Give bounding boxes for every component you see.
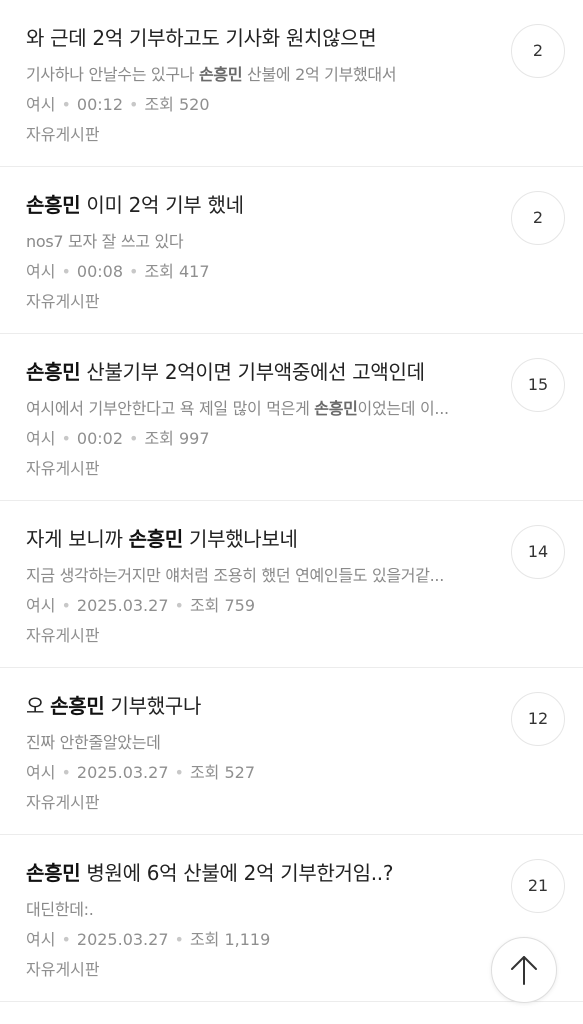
keyword-highlight: 손흥민	[26, 360, 81, 384]
post-meta: 여시 • 2025.03.27 • 조회 759	[26, 593, 255, 619]
keyword-highlight: 손흥민	[26, 861, 81, 885]
text-segment: 이미 2억 기부 했네	[80, 193, 244, 217]
post-views: 조회 417	[144, 262, 210, 281]
text-segment: 오	[26, 694, 51, 718]
post-author: 여시	[26, 596, 56, 615]
keyword-highlight: 손흥민	[128, 527, 184, 551]
text-segment: 여시에서 기부안한다고 욕 제일 많이 먹은게	[26, 399, 315, 418]
keyword-highlight: 손흥민	[198, 65, 243, 84]
post-title[interactable]: 자게 보니까 손흥민 기부했나보네	[26, 523, 491, 555]
text-segment: 대딘한데:.	[26, 900, 94, 919]
post-item[interactable]: 손흥민 산불기부 2억이면 기부액중에선 고액인데여시에서 기부안한다고 욕 제…	[0, 334, 583, 501]
comment-count-badge[interactable]: 21	[511, 859, 565, 913]
meta-separator: •	[61, 596, 71, 615]
text-segment: 병원에 6억 산불에 2억 기부한거임..?	[80, 861, 394, 885]
comment-count-badge[interactable]: 14	[511, 525, 565, 579]
post-time: 2025.03.27	[76, 930, 169, 949]
post-author: 여시	[26, 763, 56, 782]
comment-count-badge[interactable]: 15	[511, 358, 565, 412]
comment-count-badge[interactable]: 2	[511, 191, 565, 245]
meta-separator: •	[61, 95, 71, 114]
post-preview: 지금 생각하는거지만 얘처럼 조용히 했던 연예인들도 있을거같...	[26, 563, 481, 589]
post-views: 조회 997	[144, 429, 210, 448]
post-time: 00:08	[76, 262, 123, 281]
post-title[interactable]: 손흥민 병원에 6억 산불에 2억 기부한거임..?	[26, 857, 491, 889]
post-title[interactable]: 손흥민 산불기부 2억이면 기부액중에선 고액인데	[26, 356, 491, 388]
post-preview: 여시에서 기부안한다고 욕 제일 많이 먹은게 손흥민이었는데 이...	[26, 396, 481, 422]
post-item[interactable]: 오 손흥민 기부했구나진짜 안한줄알았는데여시 • 2025.03.27 • 조회 52…	[0, 668, 583, 835]
meta-separator: •	[129, 95, 139, 114]
post-title[interactable]: 손흥민 이미 2억 기부 했네	[26, 189, 491, 221]
meta-separator: •	[174, 596, 184, 615]
text-segment: 산불에 2억 기부했대서	[242, 65, 397, 84]
post-time: 00:12	[76, 95, 123, 114]
meta-separator: •	[129, 429, 139, 448]
post-author: 여시	[26, 429, 56, 448]
post-author: 여시	[26, 262, 56, 281]
keyword-highlight: 손흥민	[50, 694, 105, 718]
text-segment: 이었는데 이...	[357, 399, 450, 418]
post-meta: 여시 • 00:08 • 조회 417	[26, 259, 210, 285]
post-board-name: 자유게시판	[26, 793, 100, 812]
post-list: 와 근데 2억 기부하고도 기사화 원치않으면기사하나 안날수는 있구나 손흥민…	[0, 0, 583, 1024]
meta-separator: •	[174, 763, 184, 782]
text-segment: 진짜 안한줄알았는데	[26, 733, 161, 752]
post-time: 00:02	[76, 429, 123, 448]
meta-separator: •	[61, 429, 71, 448]
meta-separator: •	[174, 930, 184, 949]
meta-separator: •	[61, 763, 71, 782]
text-segment: 기사하나 안날수는 있구나	[26, 65, 199, 84]
post-meta: 여시 • 00:02 • 조회 997	[26, 426, 210, 452]
post-meta: 여시 • 2025.03.27 • 조회 1,119	[26, 927, 270, 953]
post-preview: 진짜 안한줄알았는데	[26, 730, 481, 756]
post-board-name: 자유게시판	[26, 459, 100, 478]
post-board-name: 자유게시판	[26, 960, 100, 979]
post-item[interactable]: 와 근데 2억 기부하고도 기사화 원치않으면기사하나 안날수는 있구나 손흥민…	[0, 0, 583, 167]
post-views: 조회 759	[189, 596, 256, 615]
arrow-up-icon	[511, 956, 537, 985]
text-segment: 자게 보니까	[26, 527, 129, 551]
post-views: 조회 1,119	[189, 930, 271, 949]
scroll-to-top-button[interactable]	[491, 937, 557, 1003]
post-views: 조회 520	[144, 95, 210, 114]
text-segment: nos7 모자 잘 쓰고 있다	[26, 232, 184, 251]
post-author: 여시	[26, 930, 56, 949]
post-item[interactable]: 손흥민 이미 2억 기부 했네 nos7 모자 잘 쓰고 있다여시 • 00:08 • 조…	[0, 167, 583, 334]
post-author: 여시	[26, 95, 56, 114]
post-meta: 여시 • 00:12 • 조회 520	[26, 92, 210, 118]
post-board-name: 자유게시판	[26, 292, 100, 311]
post-title[interactable]: 오 손흥민 기부했구나	[26, 690, 491, 722]
meta-separator: •	[61, 262, 71, 281]
post-item[interactable]: 자게 보니까 손흥민 기부했나보네지금 생각하는거지만 얘처럼 조용히 했던 연…	[0, 501, 583, 668]
text-segment: 산불기부 2억이면 기부액중에선 고액인데	[80, 360, 425, 384]
comment-count-badge[interactable]: 2	[511, 24, 565, 78]
post-time: 2025.03.27	[76, 596, 169, 615]
post-board-name: 자유게시판	[26, 125, 100, 144]
comment-count-badge[interactable]: 12	[511, 692, 565, 746]
post-meta: 여시 • 2025.03.27 • 조회 527	[26, 760, 255, 786]
keyword-highlight: 손흥민	[314, 399, 358, 418]
post-time: 2025.03.27	[76, 763, 169, 782]
post-preview: 대딘한데:.	[26, 897, 481, 923]
text-segment: 지금 생각하는거지만 얘처럼 조용히 했던 연예인들도 있을거같...	[26, 566, 444, 585]
post-title[interactable]: 와 근데 2억 기부하고도 기사화 원치않으면	[26, 22, 491, 54]
post-board-name: 자유게시판	[26, 626, 100, 645]
post-preview: nos7 모자 잘 쓰고 있다	[26, 229, 481, 255]
post-preview: 기사하나 안날수는 있구나 손흥민 산불에 2억 기부했대서	[26, 62, 481, 88]
meta-separator: •	[61, 930, 71, 949]
meta-separator: •	[129, 262, 139, 281]
text-segment: 와 근데 2억 기부하고도 기사화 원치않으면	[26, 26, 377, 50]
text-segment: 기부했구나	[104, 694, 202, 718]
keyword-highlight: 손흥민	[26, 193, 81, 217]
post-views: 조회 527	[189, 763, 256, 782]
text-segment: 기부했나보네	[182, 527, 298, 551]
